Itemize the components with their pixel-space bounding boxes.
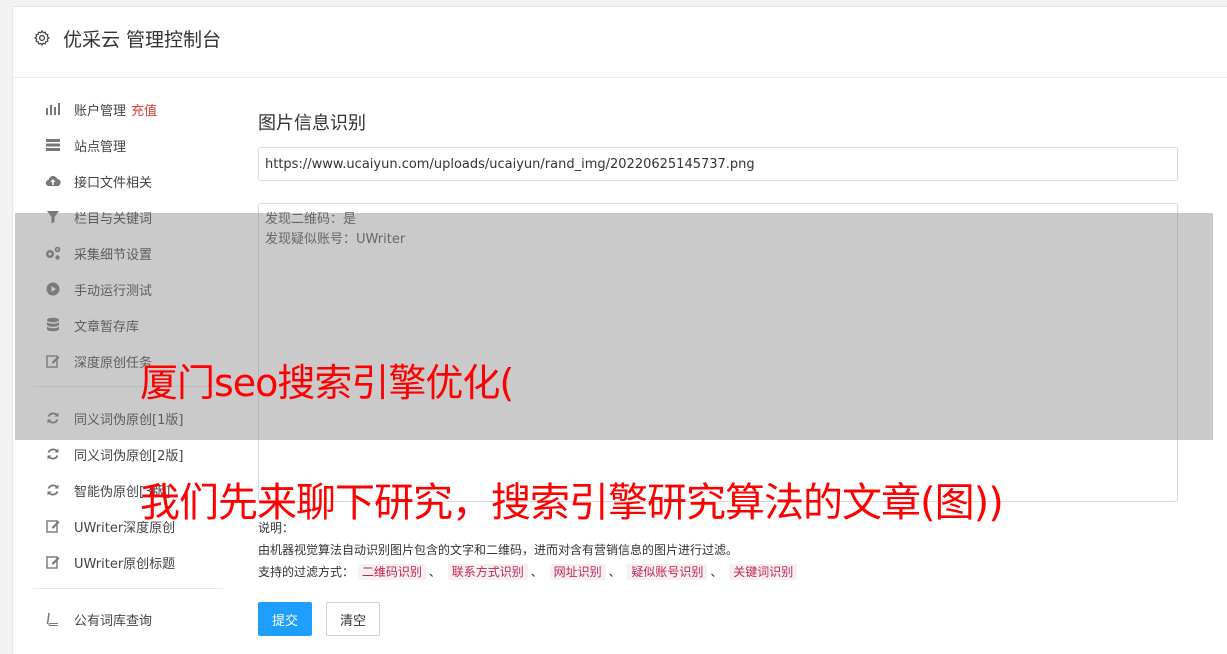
sidebar-item-synonym-v2[interactable]: 同义词伪原创[2版]	[33, 442, 183, 466]
sidebar-item-label: UWriter原创标题	[74, 556, 176, 572]
image-url-input[interactable]	[258, 147, 1178, 181]
gear-icon	[34, 30, 50, 46]
server-icon	[44, 136, 62, 154]
edit-icon	[44, 517, 62, 535]
edit-icon	[44, 553, 62, 571]
sidebar-divider	[33, 588, 223, 589]
cloud-upload-icon	[44, 172, 62, 190]
sidebar-item-label: 公有词库查询	[74, 613, 153, 629]
sidebar-item-uwriter-title[interactable]: UWriter原创标题	[33, 550, 175, 574]
filter-tag: 疑似账号识别	[627, 564, 708, 580]
page-title: 优采云 管理控制台	[63, 29, 222, 51]
sidebar-item-account[interactable]: 账户管理 充值	[33, 97, 157, 121]
sidebar-item-label: 同义词伪原创[2版]	[74, 448, 184, 464]
sidebar-item-label: 站点管理	[74, 139, 127, 155]
section-title: 图片信息识别	[258, 113, 366, 134]
notes-text: 由机器视觉算法自动识别图片包含的文字和二维码，进而对含有营销信息的图片进行过滤。	[258, 543, 739, 557]
sidebar-item-interface[interactable]: 接口文件相关	[33, 169, 152, 193]
book-icon	[44, 610, 62, 628]
sidebar-item-public-lexicon[interactable]: 公有词库查询	[33, 607, 152, 631]
filter-tag: 联系方式识别	[447, 564, 528, 580]
filter-methods: 支持的过滤方式： 二维码识别、 联系方式识别、 网址识别、 疑似账号识别、 关键…	[258, 561, 798, 583]
filter-tag: 二维码识别	[357, 564, 426, 580]
bar-chart-icon	[44, 100, 62, 118]
sidebar-item-label: 账户管理	[74, 103, 127, 119]
filter-label: 支持的过滤方式：	[258, 565, 355, 579]
filter-tag: 关键词识别	[729, 564, 798, 580]
filter-tag: 网址识别	[549, 564, 606, 580]
submit-button[interactable]: 提交	[258, 602, 312, 636]
overlay-caption-line1: 厦门seo搜索引擎优化(	[140, 361, 514, 405]
clear-button[interactable]: 清空	[326, 602, 380, 636]
sidebar-item-label: 接口文件相关	[74, 175, 153, 191]
refresh-icon	[44, 481, 62, 499]
sidebar-item-sites[interactable]: 站点管理	[33, 133, 126, 157]
recharge-link[interactable]: 充值	[131, 100, 157, 119]
refresh-icon	[44, 445, 62, 463]
header: 优采云 管理控制台	[13, 7, 1227, 78]
overlay-caption-line2: 我们先来聊下研究，搜索引擎研究算法的文章(图))	[140, 480, 1004, 526]
